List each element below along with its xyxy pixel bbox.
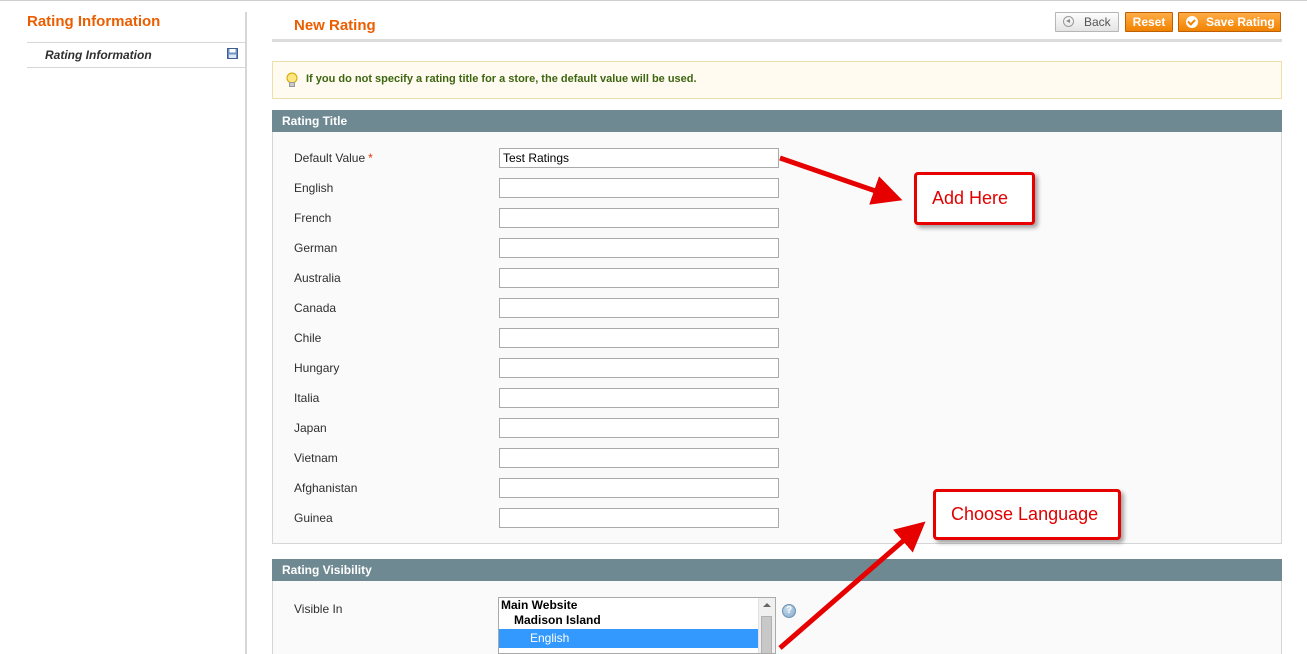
annotation-arrows xyxy=(778,155,926,650)
choose-language-callout: Choose Language xyxy=(933,489,1121,540)
arrow-to-choose-language xyxy=(778,521,926,650)
arrow-to-add-here xyxy=(779,155,903,205)
add-here-callout: Add Here xyxy=(914,172,1035,225)
